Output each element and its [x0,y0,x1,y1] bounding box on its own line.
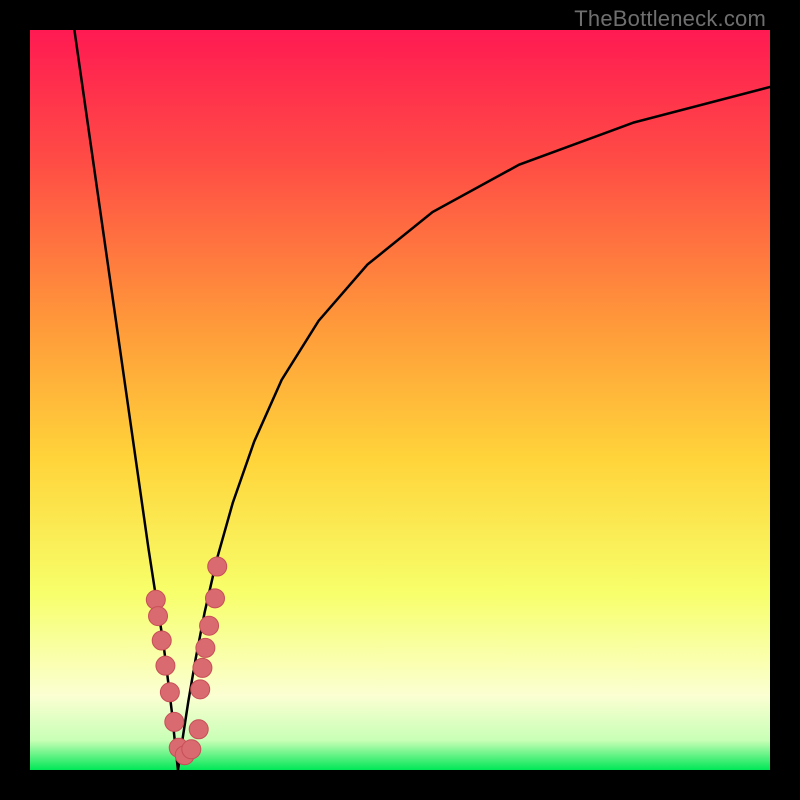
marker-dot [193,658,212,677]
marker-dot [206,589,225,608]
marker-dot [152,631,171,650]
right-branch-curve [178,87,770,770]
highlight-markers [146,557,226,765]
curve-layer [30,30,770,770]
marker-dot [196,638,215,657]
marker-dot [208,557,227,576]
marker-dot [149,607,168,626]
marker-dot [189,720,208,739]
chart-frame: TheBottleneck.com [0,0,800,800]
marker-dot [160,683,179,702]
watermark-text: TheBottleneck.com [574,6,766,32]
marker-dot [182,740,201,759]
marker-dot [156,656,175,675]
marker-dot [191,680,210,699]
marker-dot [200,616,219,635]
marker-dot [165,712,184,731]
plot-area [30,30,770,770]
